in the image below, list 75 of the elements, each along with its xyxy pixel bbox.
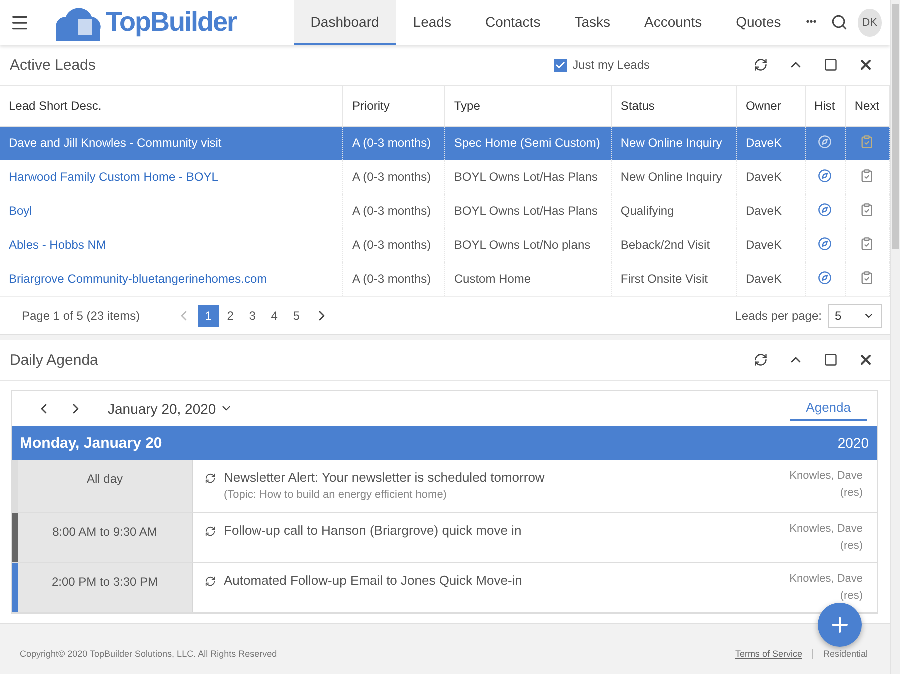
footer-link[interactable]: Terms of Service (735, 649, 814, 659)
column-header[interactable]: Owner (736, 86, 806, 126)
lead-link[interactable]: Ables - Hobbs NM (9, 238, 106, 252)
compass-icon[interactable] (818, 202, 832, 216)
event-time: All day (18, 460, 193, 512)
column-header[interactable]: Status (611, 86, 736, 126)
event-time: 8:00 AM to 9:30 AM (18, 513, 193, 562)
page-button[interactable]: 1 (198, 304, 220, 326)
panel-title: Active Leads (10, 56, 97, 74)
per-page-label: Leads per page: (735, 308, 822, 322)
agenda-event[interactable]: 2:00 PM to 3:30 PM Automated Follow-up Email to Jones Quick Move-in Knowles, Dave (res) (12, 563, 877, 613)
copyright-text: Copyright© 2020 TopBuilder Solutions, LLC. All Rights Reserved (20, 649, 278, 659)
event-time: 2:00 PM to 3:30 PM (18, 563, 193, 612)
table-cell: DaveK (736, 262, 806, 296)
recurring-icon (205, 473, 216, 484)
compass-icon[interactable] (818, 270, 832, 284)
logo-text[interactable]: TopBuilder (106, 7, 236, 38)
event-note: (Topic: How to build an energy efficient home) (224, 489, 448, 501)
nav-tab[interactable]: Tasks (558, 0, 628, 45)
lead-link[interactable]: Boyl (9, 204, 32, 218)
clipboard-icon[interactable] (860, 236, 874, 250)
compass-icon[interactable] (818, 236, 832, 250)
day-name: Monday, January 20 (20, 434, 162, 452)
lead-link[interactable]: Briargrove Community-bluetangerinehomes.com (9, 272, 268, 286)
event-title: Follow-up call to Hanson (Briargrove) quick move in (224, 523, 523, 538)
page-button[interactable]: 5 (286, 304, 308, 326)
page-button[interactable]: 3 (242, 304, 264, 326)
agenda-tab[interactable]: Agenda (790, 396, 867, 421)
event-owner-role: (res) (840, 540, 863, 552)
per-page-select[interactable]: 5 (828, 304, 882, 328)
clipboard-icon[interactable] (860, 270, 874, 284)
event-owner: Knowles, Dave (790, 470, 863, 482)
table-row[interactable]: Dave and Jill Knowles - Community visit A (0-3 months) Spec Home (Semi Custom) New Online Inquiry DaveK (0, 126, 890, 160)
nav-tab[interactable]: Quotes (719, 0, 798, 45)
table-cell: Custom Home (444, 262, 612, 296)
nav-tab[interactable]: Accounts (628, 0, 720, 45)
column-header[interactable]: Type (444, 86, 612, 126)
edition-label: Residential (823, 649, 868, 659)
nav-tab[interactable]: Contacts (468, 0, 558, 45)
table-cell: First Onsite Visit (611, 262, 736, 296)
event-owner-role: (res) (840, 590, 863, 602)
lead-link[interactable]: Dave and Jill Knowles - Community visit (9, 136, 222, 150)
scrollbar[interactable] (890, 0, 900, 674)
clipboard-icon[interactable] (860, 202, 874, 216)
page-button[interactable]: 4 (264, 304, 286, 326)
pager-summary: Page 1 of 5 (23 items) (22, 308, 140, 322)
column-header[interactable]: Priority (342, 86, 445, 126)
panel-title: Daily Agenda (10, 352, 100, 368)
event-owner: Knowles, Dave (790, 573, 863, 585)
agenda-event[interactable]: 8:00 AM to 9:30 AM Follow-up call to Hanson (Briargrove) quick move in Knowles, Dave (res) (12, 513, 877, 563)
column-header[interactable]: Hist (805, 86, 846, 126)
event-owner-role: (res) (840, 487, 863, 499)
more-button[interactable]: ••• (798, 0, 825, 45)
clipboard-icon[interactable] (860, 168, 874, 182)
check-icon (554, 60, 566, 70)
recurring-icon (205, 576, 216, 587)
just-my-leads-checkbox[interactable]: Just my Leads (554, 58, 650, 72)
compass-icon[interactable] (818, 168, 832, 182)
table-row[interactable]: Harwood Family Custom Home - BOYL A (0-3 months) BOYL Owns Lot/Has Plans New Online Inquiry DaveK (0, 160, 890, 194)
event-title: Newsletter Alert: Your newsletter is scheduled tomorrow (224, 470, 546, 485)
add-button[interactable] (818, 603, 862, 647)
year-label: 2020 (838, 435, 869, 451)
nav-tab[interactable]: Leads (396, 0, 468, 45)
user-avatar[interactable]: DK (858, 8, 882, 36)
column-header[interactable]: Lead Short Desc. (0, 86, 343, 126)
lead-link[interactable]: Harwood Family Custom Home - BOYL (9, 170, 218, 184)
event-owner: Knowles, Dave (790, 523, 863, 535)
page-button[interactable]: 2 (220, 304, 242, 326)
date-picker[interactable]: January 20, 2020 (102, 400, 240, 418)
agenda-event[interactable]: All day Newsletter Alert: Your newsletter is scheduled tomorrow (Topic: How to build an energy efficient home) Knowles, Dave (res) (12, 460, 877, 513)
nav-tab[interactable]: Dashboard (294, 0, 396, 45)
recurring-icon (205, 526, 216, 537)
clipboard-icon[interactable] (860, 134, 874, 149)
event-title: Automated Follow-up Email to Jones Quick Move-in (224, 573, 524, 588)
table-cell: A (0-3 months) (342, 262, 445, 296)
